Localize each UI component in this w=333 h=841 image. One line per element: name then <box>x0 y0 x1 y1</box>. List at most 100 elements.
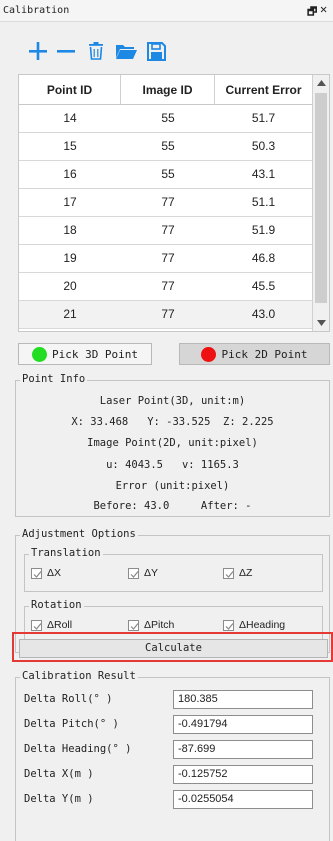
delta-roll-checkbox[interactable]: ΔRoll <box>31 619 72 631</box>
laser-point-heading: Laser Point(3D, unit:m) <box>99 395 246 407</box>
red-dot-icon <box>201 346 217 362</box>
current-error-cell: 43.1 <box>251 167 276 181</box>
window-title: Calibration <box>3 5 70 16</box>
delta-roll-field[interactable]: 180.385 <box>173 690 313 709</box>
column-header-current-error[interactable]: Current Error <box>215 75 312 105</box>
delete-button[interactable] <box>84 38 108 64</box>
remove-button[interactable] <box>54 38 78 64</box>
current-error-cell: 46.8 <box>251 251 276 265</box>
image-point-heading: Image Point(2D, unit:pixel) <box>87 437 258 449</box>
table-body: 14 55 51.7 15 55 50.3 16 55 43.1 17 77 51.1 18 77… <box>19 105 312 329</box>
calibration-result-title: Calibration Result <box>20 670 138 682</box>
pick-2d-point-label: Pick 2D Point <box>221 347 308 361</box>
delta-heading-checkbox[interactable]: ΔHeading <box>223 619 285 631</box>
delta-y-label: Delta Y(m ) <box>24 793 94 805</box>
delta-x-label: ΔX <box>47 567 62 579</box>
point-info-title: Point Info <box>20 373 88 385</box>
add-icon <box>29 42 47 60</box>
error-heading: Error (unit:pixel) <box>115 480 230 492</box>
delta-x-checkbox[interactable]: ΔX <box>31 567 61 579</box>
image-id-cell: 77 <box>161 251 175 265</box>
point-id-cell: 14 <box>63 111 77 125</box>
rotation-title: Rotation <box>29 599 84 611</box>
current-error-cell: 51.1 <box>251 195 276 209</box>
table-row[interactable]: 15 55 50.3 <box>19 133 312 161</box>
point-id-cell: 21 <box>63 307 77 321</box>
table-row-selected[interactable]: 21 77 43.0 <box>19 301 312 329</box>
translation-title: Translation <box>29 547 103 559</box>
table-row[interactable]: 16 55 43.1 <box>19 161 312 189</box>
table-header: Point ID Image ID Current Error <box>19 75 312 105</box>
point-info-group: Point Info Laser Point(3D, unit:m) X: 33… <box>15 373 330 517</box>
delta-pitch-field[interactable]: -0.491794 <box>173 715 313 734</box>
point-id-cell: 20 <box>63 279 77 293</box>
delta-roll-label: Delta Roll(° ) <box>24 693 113 705</box>
delta-x-label: Delta X(m ) <box>24 768 94 780</box>
image-id-cell: 55 <box>161 111 175 125</box>
delete-icon <box>89 42 103 60</box>
pick-3d-point-label: Pick 3D Point <box>51 347 139 361</box>
save-button[interactable] <box>144 38 168 64</box>
table-scrollbar[interactable] <box>312 75 329 331</box>
point-id-cell: 19 <box>63 251 77 265</box>
close-icon[interactable]: ✕ <box>320 2 327 16</box>
delta-y-label: ΔY <box>144 567 159 579</box>
calculate-highlight: Calculate <box>12 632 333 662</box>
scroll-thumb[interactable] <box>315 93 327 303</box>
float-window-icon[interactable]: 🗗 <box>307 3 317 22</box>
delta-pitch-label: ΔPitch <box>144 619 175 631</box>
current-error-cell: 50.3 <box>251 139 276 153</box>
table-row[interactable]: 17 77 51.1 <box>19 189 312 217</box>
delta-pitch-checkbox[interactable]: ΔPitch <box>128 619 174 631</box>
checkbox-icon <box>31 619 42 631</box>
green-dot-icon <box>31 346 47 362</box>
scroll-down-arrow-icon[interactable] <box>313 315 329 331</box>
point-id-cell: 16 <box>63 167 77 181</box>
table-row[interactable]: 14 55 51.7 <box>19 105 312 133</box>
pick-2d-point-button[interactable]: Pick 2D Point <box>179 343 330 365</box>
delta-z-label: ΔZ <box>239 567 253 579</box>
checkbox-icon <box>128 567 139 579</box>
current-error-cell: 51.7 <box>251 111 276 125</box>
open-folder-icon <box>116 45 137 59</box>
delta-x-field[interactable]: -0.125752 <box>173 765 313 784</box>
table-row[interactable]: 20 77 45.5 <box>19 273 312 301</box>
current-error-cell: 51.9 <box>251 223 276 237</box>
open-folder-button[interactable] <box>114 38 138 64</box>
laser-point-values: X: 33.468 Y: -33.525 Z: 2.225 <box>71 416 274 428</box>
checkbox-icon <box>128 619 139 631</box>
image-id-cell: 77 <box>161 307 175 321</box>
scroll-up-arrow-icon[interactable] <box>313 75 329 91</box>
adjustment-options-title: Adjustment Options <box>20 528 138 540</box>
delta-pitch-label: Delta Pitch(° ) <box>24 718 119 730</box>
delta-heading-field[interactable]: -87.699 <box>173 740 313 759</box>
delta-heading-label: ΔHeading <box>239 619 286 631</box>
current-error-cell: 43.0 <box>251 307 276 321</box>
point-id-cell: 18 <box>63 223 77 237</box>
table-row[interactable]: 18 77 51.9 <box>19 217 312 245</box>
image-id-cell: 77 <box>161 279 175 293</box>
error-values: Before: 43.0 After: - <box>93 500 252 512</box>
column-header-point-id[interactable]: Point ID <box>19 75 121 105</box>
column-header-image-id[interactable]: Image ID <box>121 75 215 105</box>
image-id-cell: 55 <box>161 167 175 181</box>
calibration-result-group: Calibration Result Delta Roll(° ) 180.38… <box>15 670 330 841</box>
delta-y-checkbox[interactable]: ΔY <box>128 567 158 579</box>
delta-heading-label: Delta Heading(° ) <box>24 743 132 755</box>
point-id-cell: 15 <box>63 139 77 153</box>
delta-z-checkbox[interactable]: ΔZ <box>223 567 252 579</box>
delta-y-field[interactable]: -0.0255054 <box>173 790 313 809</box>
points-table: Point ID Image ID Current Error 14 55 51.7… <box>18 74 330 332</box>
title-bar: Calibration 🗗 ✕ <box>0 0 333 22</box>
image-id-cell: 55 <box>161 139 175 153</box>
pick-3d-point-button[interactable]: Pick 3D Point <box>18 343 152 365</box>
point-id-cell: 17 <box>63 195 77 209</box>
calculate-button[interactable]: Calculate <box>19 639 328 658</box>
image-id-cell: 77 <box>161 195 175 209</box>
table-row[interactable]: 19 77 46.8 <box>19 245 312 273</box>
image-id-cell: 77 <box>161 223 175 237</box>
add-button[interactable] <box>26 38 50 64</box>
current-error-cell: 45.5 <box>251 279 276 293</box>
save-icon <box>147 42 166 61</box>
checkbox-icon <box>31 567 42 579</box>
